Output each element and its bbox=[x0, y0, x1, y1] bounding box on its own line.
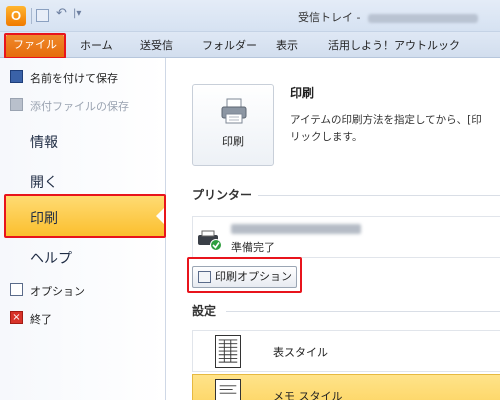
printer-status: 準備完了 bbox=[231, 241, 275, 254]
save-as-icon bbox=[10, 70, 23, 83]
print-options-highlight-frame bbox=[187, 257, 302, 293]
undo-icon[interactable]: ↶ bbox=[56, 6, 67, 21]
print-description: アイテムの印刷方法を指定してから、[印 リックします。 bbox=[290, 112, 500, 146]
tab-folder[interactable]: フォルダー bbox=[202, 37, 257, 53]
window-title: 受信トレイ - bbox=[298, 9, 478, 25]
print-button[interactable]: 印刷 bbox=[192, 84, 274, 166]
settings-section-divider bbox=[226, 311, 500, 312]
printer-section-divider bbox=[258, 195, 500, 196]
attachment-save-icon bbox=[10, 98, 23, 111]
style-option-table[interactable]: 表スタイル bbox=[192, 330, 500, 372]
print-description-line-2: リックします。 bbox=[290, 131, 363, 143]
window-title-text: 受信トレイ - bbox=[298, 11, 364, 24]
nav-save-as-label: 名前を付けて保存 bbox=[30, 72, 118, 85]
quick-save-icon[interactable] bbox=[36, 9, 49, 22]
nav-save-attachments-label: 添付ファイルの保存 bbox=[30, 100, 129, 113]
settings-section-title: 設定 bbox=[192, 304, 217, 318]
print-button-label: 印刷 bbox=[222, 135, 244, 148]
options-icon bbox=[10, 283, 23, 296]
nav-options-label: オプション bbox=[30, 285, 85, 298]
nav-help[interactable]: ヘルプ bbox=[30, 248, 72, 268]
printer-ready-icon bbox=[198, 230, 222, 251]
exit-icon: × bbox=[10, 311, 23, 324]
nav-open[interactable]: 開く bbox=[30, 172, 58, 192]
customize-quick-access-icon[interactable]: |▾ bbox=[73, 8, 81, 19]
table-style-icon bbox=[215, 335, 241, 368]
nav-save-attachments: 添付ファイルの保存 bbox=[10, 98, 129, 114]
blurred-printer-name bbox=[231, 224, 361, 234]
nav-info[interactable]: 情報 bbox=[30, 132, 58, 152]
nav-exit-label: 終了 bbox=[30, 313, 52, 326]
style-label-table: 表スタイル bbox=[273, 346, 328, 359]
printer-selector[interactable]: 準備完了 bbox=[192, 216, 500, 258]
quick-access-separator bbox=[31, 8, 32, 24]
file-tab-highlight-frame bbox=[4, 33, 66, 59]
tab-view[interactable]: 表示 bbox=[276, 37, 298, 53]
outlook-app-icon[interactable]: O bbox=[6, 6, 26, 26]
print-nav-highlight-frame bbox=[4, 194, 166, 238]
tab-learn-outlook[interactable]: 活用しよう！アウトルック bbox=[328, 37, 460, 53]
tab-send-receive[interactable]: 送受信 bbox=[140, 37, 173, 53]
title-bar: O ↶ |▾ 受信トレイ - bbox=[0, 0, 500, 32]
nav-save-as[interactable]: 名前を付けて保存 bbox=[10, 70, 118, 86]
nav-options[interactable]: オプション bbox=[10, 283, 85, 299]
tab-home[interactable]: ホーム bbox=[80, 37, 113, 53]
memo-style-icon bbox=[215, 379, 241, 400]
print-description-line-1: アイテムの印刷方法を指定してから、[印 bbox=[290, 114, 482, 126]
style-option-memo[interactable]: メモ スタイル bbox=[192, 374, 500, 400]
printer-section-title: プリンター bbox=[192, 188, 253, 202]
blurred-account-name bbox=[367, 13, 478, 23]
ribbon-tab-bar: ファイル ホーム 送受信 フォルダー 表示 活用しよう！アウトルック bbox=[0, 32, 500, 58]
printer-icon bbox=[221, 98, 247, 124]
print-heading: 印刷 bbox=[290, 86, 315, 100]
nav-exit[interactable]: × 終了 bbox=[10, 311, 52, 327]
style-label-memo: メモ スタイル bbox=[273, 390, 343, 400]
